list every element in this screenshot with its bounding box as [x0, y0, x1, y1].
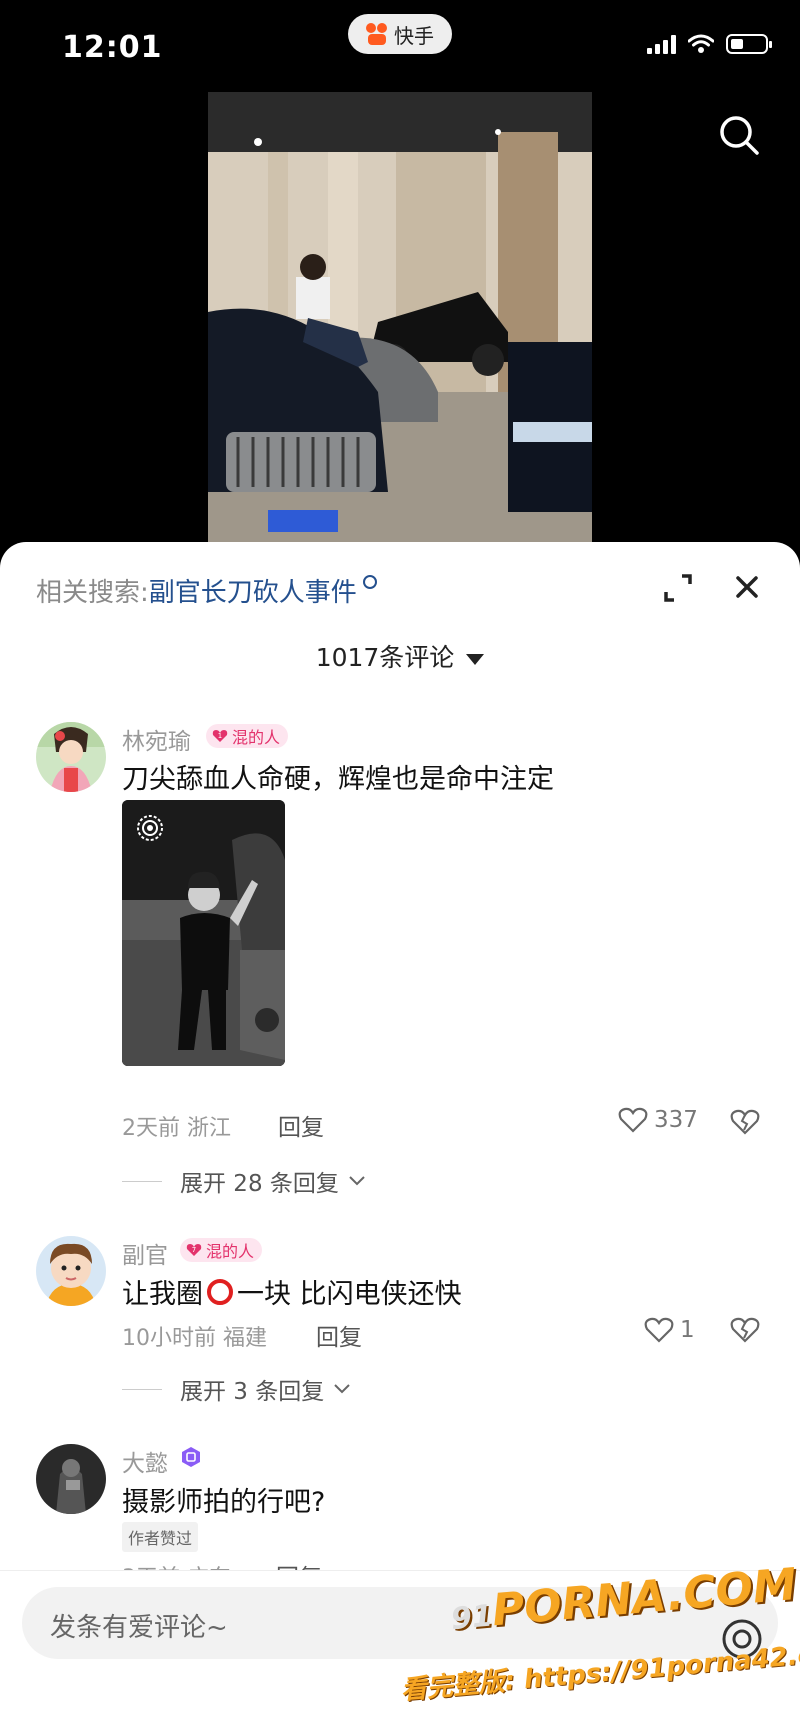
wifi-icon: [688, 34, 714, 53]
avatar[interactable]: [36, 722, 106, 792]
avatar[interactable]: [36, 1236, 106, 1306]
badge-level: 1: [218, 732, 222, 740]
divider-line: [122, 1180, 162, 1182]
like-button[interactable]: 1: [644, 1316, 695, 1344]
video-frame-image: [208, 92, 592, 544]
comment-location: 浙江: [187, 1116, 232, 1141]
like-count: 1: [680, 1317, 695, 1343]
comment-text[interactable]: 让我圈 一块 比闪电侠还快: [122, 1272, 462, 1311]
divider-line: [122, 1388, 162, 1390]
broken-heart-icon[interactable]: [730, 1106, 760, 1136]
comment-author[interactable]: 副官: [122, 1236, 168, 1270]
avatar-image: [36, 1444, 106, 1514]
reply-button[interactable]: 回复: [316, 1318, 362, 1352]
expand-replies-label: 展开 3 条回复: [180, 1379, 325, 1405]
search-icon[interactable]: [718, 114, 760, 156]
comment-count-label: 1017条评论: [315, 643, 455, 672]
related-search-prefix: 相关搜索:: [36, 578, 149, 608]
cellular-signal-icon: [647, 34, 676, 54]
like-button[interactable]: 337: [618, 1106, 698, 1134]
comment-count[interactable]: 1017条评论: [0, 638, 800, 674]
video-player[interactable]: [208, 92, 592, 544]
chevron-down-icon: [334, 1384, 350, 1394]
heart-icon: [644, 1317, 674, 1343]
related-search-query[interactable]: 副官长刀砍人事件: [149, 578, 357, 608]
app-name: 快手: [394, 23, 434, 48]
system-icons: [647, 34, 772, 54]
expand-replies-button[interactable]: 展开 3 条回复: [122, 1372, 352, 1406]
comment-time: 10小时前: [122, 1326, 216, 1351]
red-circle-emoji-icon: [207, 1278, 233, 1305]
comment-text[interactable]: 刀尖舔血人命硬，辉煌也是命中注定: [122, 757, 554, 796]
avatar[interactable]: [36, 1444, 106, 1514]
comment-meta: 10小时前 福建: [122, 1320, 267, 1352]
kuaishou-logo-icon: [366, 23, 388, 45]
badge-label: 混的人: [206, 1242, 255, 1261]
app-pill[interactable]: 快手: [348, 14, 452, 54]
expand-replies-button[interactable]: 展开 28 条回复: [122, 1164, 367, 1198]
like-count: 337: [654, 1107, 698, 1133]
expand-icon[interactable]: [662, 572, 694, 604]
comment-text-part: 一块 比闪电侠还快: [237, 1279, 462, 1310]
badge-label: 混的人: [232, 728, 281, 747]
reply-button[interactable]: 回复: [278, 1108, 324, 1142]
dropdown-triangle-icon: [466, 653, 485, 665]
comment-sheet: 相关搜索:副官长刀砍人事件 1017条评论 林宛瑜 1 混的人 刀尖舔血人命硬，…: [0, 542, 800, 1731]
chevron-down-icon: [349, 1176, 365, 1186]
close-icon[interactable]: [730, 570, 764, 604]
comment-location: 福建: [223, 1326, 268, 1351]
avatar-image: [36, 722, 106, 792]
battery-icon: [726, 34, 772, 54]
author-liked-tag: 作者赞过: [122, 1522, 199, 1552]
comment-image[interactable]: [122, 800, 285, 1066]
expand-replies-label: 展开 28 条回复: [180, 1171, 339, 1197]
related-search[interactable]: 相关搜索:副官长刀砍人事件: [36, 572, 377, 609]
badge-level: 7: [192, 1246, 196, 1254]
broken-heart-icon[interactable]: [730, 1314, 760, 1344]
comment-time: 2天前: [122, 1116, 180, 1141]
comment-text-part: 让我圈: [122, 1279, 203, 1310]
comment-meta: 2天前 浙江: [122, 1110, 231, 1142]
badge-heart-icon: 1: [212, 730, 228, 742]
comment-input-placeholder: 发条有爱评论~: [50, 1613, 228, 1643]
fan-badge: 7 混的人: [180, 1238, 263, 1262]
avatar-image: [36, 1236, 106, 1306]
comment-author[interactable]: 大懿: [122, 1444, 168, 1478]
level-hexagon-icon: [182, 1447, 200, 1467]
live-icon: [137, 815, 163, 841]
status-time: 12:01: [62, 30, 163, 65]
comment-author[interactable]: 林宛瑜: [122, 722, 191, 756]
badge-heart-icon: 7: [186, 1244, 202, 1256]
status-bar: 12:01 快手: [0, 0, 800, 92]
comment-text[interactable]: 摄影师拍的行吧?: [122, 1480, 325, 1519]
heart-icon: [618, 1107, 648, 1133]
small-search-icon: [362, 575, 377, 589]
fan-badge: 1 混的人: [206, 724, 289, 748]
